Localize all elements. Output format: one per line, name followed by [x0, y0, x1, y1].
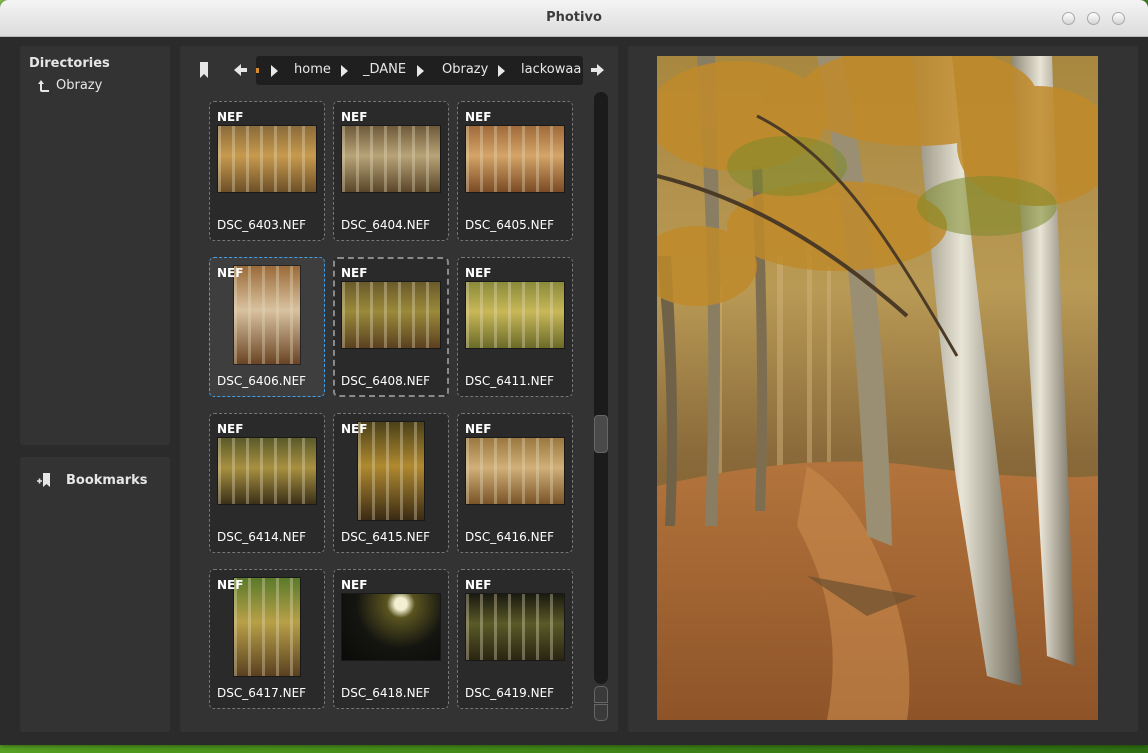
scroll-down-button[interactable] [594, 704, 608, 721]
thumbnail-format-badge: NEF [465, 110, 492, 124]
thumbnail-dsc_6411-nef[interactable]: NEF DSC_6411.NEF [457, 257, 573, 397]
thumbnail-format-badge: NEF [217, 422, 244, 436]
arrow-left-icon[interactable] [234, 62, 248, 76]
bookmark-icon[interactable] [199, 62, 209, 78]
thumbnail-filename: DSC_6411.NEF [465, 374, 555, 388]
thumbnail-format-badge: NEF [341, 422, 368, 436]
breadcrumb: home _DANE Obrazy lackowaa [256, 56, 583, 85]
thumbnail-filename: DSC_6419.NEF [465, 686, 555, 700]
thumbnail-dsc_6415-nef[interactable]: NEF DSC_6415.NEF [333, 413, 449, 553]
thumbnail-dsc_6403-nef[interactable]: NEF DSC_6403.NEF [209, 101, 325, 241]
breadcrumb-separator-icon[interactable] [498, 65, 505, 77]
thumbnail-image [466, 126, 564, 192]
maximize-button[interactable] [1087, 12, 1100, 25]
bookmarks-panel [20, 457, 170, 732]
directory-item-label: Obrazy [56, 78, 103, 93]
thumbnail-filename: DSC_6406.NEF [217, 374, 307, 388]
thumbnail-filename: DSC_6416.NEF [465, 530, 555, 544]
thumbnail-image [218, 438, 316, 504]
thumbnail-image [234, 578, 300, 676]
photivo-window: Photivo Directories Obrazy Bookmarks hom… [0, 0, 1148, 745]
breadcrumb-item-obrazy[interactable]: Obrazy [442, 62, 488, 77]
thumbnail-filename: DSC_6414.NEF [217, 530, 307, 544]
bookmark-add-icon[interactable] [36, 472, 52, 488]
arrow-right-icon[interactable] [590, 62, 604, 76]
thumbnail-dsc_6404-nef[interactable]: NEF DSC_6404.NEF [333, 101, 449, 241]
scroll-up-button[interactable] [594, 686, 608, 703]
thumbnail-format-badge: NEF [341, 578, 368, 592]
thumbnail-filename: DSC_6418.NEF [341, 686, 431, 700]
close-button[interactable] [1112, 12, 1125, 25]
thumbnail-format-badge: NEF [341, 266, 368, 280]
breadcrumb-item-home[interactable]: home [294, 62, 331, 77]
thumbnail-image [342, 282, 440, 348]
thumbnail-image [342, 594, 440, 660]
thumbnail-format-badge: NEF [217, 578, 244, 592]
thumbnail-dsc_6419-nef[interactable]: NEF DSC_6419.NEF [457, 569, 573, 709]
thumbnail-format-badge: NEF [465, 578, 492, 592]
thumbnail-filename: DSC_6415.NEF [341, 530, 431, 544]
thumbnail-format-badge: NEF [341, 110, 368, 124]
breadcrumb-item-lackowaa[interactable]: lackowaa [521, 62, 581, 77]
thumbnail-format-badge: NEF [217, 110, 244, 124]
thumbnail-image [466, 282, 564, 348]
thumbnail-image [466, 438, 564, 504]
breadcrumb-item-dane[interactable]: _DANE [363, 62, 406, 77]
thumbnail-image [342, 126, 440, 192]
scrollbar-handle[interactable] [594, 415, 608, 453]
thumbnail-dsc_6417-nef[interactable]: NEF DSC_6417.NEF [209, 569, 325, 709]
thumbnail-dsc_6408-nef[interactable]: NEF DSC_6408.NEF [333, 257, 449, 397]
thumbnail-filename: DSC_6404.NEF [341, 218, 431, 232]
thumbnail-image [234, 266, 300, 364]
thumbnail-dsc_6405-nef[interactable]: NEF DSC_6405.NEF [457, 101, 573, 241]
directories-panel: Directories Obrazy [20, 46, 170, 445]
scrollbar-track[interactable] [594, 92, 608, 684]
thumbnail-dsc_6418-nef[interactable]: NEF DSC_6418.NEF [333, 569, 449, 709]
bookmarks-title: Bookmarks [66, 473, 148, 488]
minimize-button[interactable] [1062, 12, 1075, 25]
thumbnail-format-badge: NEF [217, 266, 244, 280]
breadcrumb-separator-icon[interactable] [271, 65, 278, 77]
breadcrumb-separator-icon[interactable] [341, 65, 348, 77]
window-title: Photivo [546, 10, 602, 25]
thumbnail-format-badge: NEF [465, 266, 492, 280]
thumbnail-image [358, 422, 424, 520]
thumbnail-dsc_6406-nef[interactable]: NEF DSC_6406.NEF [209, 257, 325, 397]
breadcrumb-separator-icon[interactable] [417, 65, 424, 77]
thumbnail-filename: DSC_6417.NEF [217, 686, 307, 700]
directories-title: Directories [29, 56, 110, 71]
thumbnail-dsc_6416-nef[interactable]: NEF DSC_6416.NEF [457, 413, 573, 553]
thumbnail-image [466, 594, 564, 660]
up-arrow-icon [38, 79, 50, 93]
thumbnail-dsc_6414-nef[interactable]: NEF DSC_6414.NEF [209, 413, 325, 553]
thumbnail-filename: DSC_6405.NEF [465, 218, 555, 232]
directory-item-obrazy[interactable]: Obrazy [38, 78, 102, 93]
thumbnail-image [218, 126, 316, 192]
thumbnail-filename: DSC_6403.NEF [217, 218, 307, 232]
breadcrumb-overflow-marker [256, 68, 259, 73]
thumbnail-filename: DSC_6408.NEF [341, 374, 431, 388]
thumbnail-format-badge: NEF [465, 422, 492, 436]
title-bar[interactable]: Photivo [0, 0, 1148, 37]
image-preview [657, 56, 1098, 720]
